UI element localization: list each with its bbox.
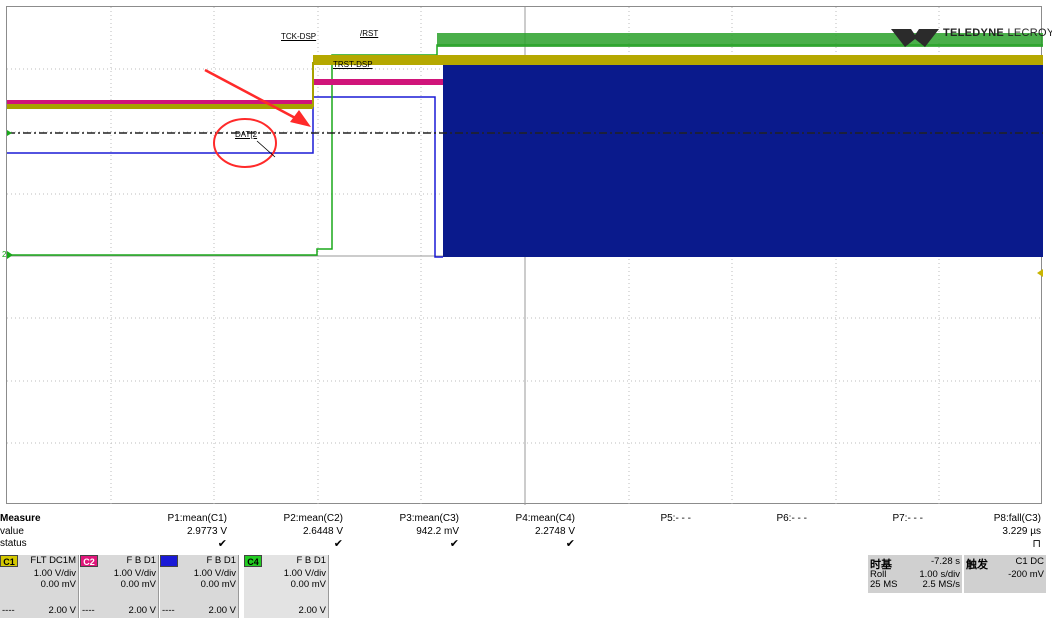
channel-c2-offset: 0.00 mV (120, 579, 156, 590)
channel-c3-dash: ---- (162, 605, 175, 616)
trigger-level: -200 mV (1008, 569, 1044, 580)
annotation-arrow-head (290, 110, 311, 127)
trigger-title: 触发 (966, 559, 988, 571)
param-p1-value: 2.9773 V (186, 526, 227, 537)
param-p3-status: ✔ (449, 538, 459, 550)
annotation-arrow-line (204, 68, 300, 122)
c1-trace-low (7, 104, 313, 109)
channel-c2-dash: ---- (82, 605, 95, 616)
c1-trace-high (313, 55, 1043, 65)
c3-trace-low (7, 96, 443, 258)
measure-table: Measure value status P1:mean(C1) 2.9773 … (0, 512, 1052, 552)
timebase-rate: 2.5 MS/s (922, 579, 961, 590)
channel-c1-offset: 0.00 mV (40, 579, 76, 590)
channel-c1-vdiv: 1.00 V/div (33, 568, 76, 579)
trigger-source: C1 DC (1015, 556, 1044, 567)
param-p6-name[interactable]: P6:- - - (707, 513, 807, 524)
logo-text: TELEDYNE LECROY (943, 27, 1052, 39)
trace-label-rst: /RST (360, 29, 379, 38)
channel-c2-vdiv: 1.00 V/div (113, 568, 156, 579)
param-p2-value: 2.6448 V (302, 526, 343, 537)
param-p4-value: 2.2748 V (534, 526, 575, 537)
timebase-delay: -7.28 s (930, 556, 960, 567)
channel-c3-box[interactable]: C3 F B D1 1.00 V/div 0.00 mV ---- 2.00 V (160, 555, 239, 618)
trace-label-trst: TRST-DSP (333, 60, 373, 69)
channel-c4-vdiv: 1.00 V/div (283, 568, 326, 579)
measure-title: Measure (0, 513, 41, 524)
channel-c4-tag: C4 (244, 555, 262, 567)
param-p3-value: 942.2 mV (416, 526, 459, 537)
param-p1-name[interactable]: P1:mean(C1) (127, 513, 227, 524)
param-p3-name[interactable]: P3:mean(C3) (359, 513, 459, 524)
c2-trace-high (313, 79, 443, 85)
channel-c4-bottom: 2.00 V (298, 605, 326, 616)
channel-c1-bottom: 2.00 V (48, 605, 76, 616)
timebase-panel[interactable]: 时基 -7.28 s Roll 1.00 s/div 25 MS 2.5 MS/… (868, 555, 962, 593)
channel-c1-tag: C1 (0, 555, 18, 567)
param-p8-name[interactable]: P8:fall(C3) (941, 513, 1041, 524)
channel-c1-dash: ---- (2, 605, 15, 616)
left-trigger-marker (7, 130, 12, 136)
channel-c4-offset: 0.00 mV (290, 579, 326, 590)
timebase-samples: 25 MS (870, 579, 898, 590)
channel-c1-coupling: FLT DC1M (30, 555, 76, 566)
param-p7-name[interactable]: P7:- - - (823, 513, 923, 524)
trace-label-tck: TCK-DSP (281, 32, 317, 41)
channel-c3-tag: C3 (160, 555, 178, 567)
channel-c3-bottom: 2.00 V (208, 605, 236, 616)
channel-c4-coupling: F B D1 (296, 555, 326, 566)
param-p2-name[interactable]: P2:mean(C2) (243, 513, 343, 524)
channel-c4-box[interactable]: C4 F B D1 1.00 V/div 0.00 mV 2.00 V (244, 555, 329, 618)
logo-brand-2: LECROY (1007, 27, 1052, 39)
param-p8-value: 3.229 µs (1002, 526, 1041, 537)
channel-c1-box[interactable]: C1 FLT DC1M 1.00 V/div 0.00 mV ---- 2.00… (0, 555, 79, 618)
channel-c2-coupling: F B D1 (126, 555, 156, 566)
measure-row-status-label: status (0, 538, 27, 549)
trigger-panel[interactable]: 触发 C1 DC -200 mV (964, 555, 1046, 593)
teledyne-lecroy-logo: TELEDYNE LECROY (891, 25, 1052, 53)
channel-c2-bottom: 2.00 V (128, 605, 156, 616)
channel-c3-offset: 0.00 mV (200, 579, 236, 590)
channel-c2-tag: C2 (80, 555, 98, 567)
logo-brand: TELEDYNE (943, 27, 1005, 39)
waveform-display[interactable]: TELEDYNE LECROY TCK-DSP /RST TRST-DSP DA… (2, 6, 1052, 505)
param-p4-status: ✔ (565, 538, 575, 550)
param-p1-status: ✔ (217, 538, 227, 550)
channel-c3-coupling: F B D1 (206, 555, 236, 566)
channel-marker-left: 2 (2, 250, 7, 259)
param-p5-name[interactable]: P5:- - - (591, 513, 691, 524)
trace-label-dat: DAT[2 (235, 130, 258, 139)
param-p2-status: ✔ (333, 538, 343, 550)
trigger-marker (1037, 269, 1043, 277)
channel-c2-box[interactable]: C2 F B D1 1.00 V/div 0.00 mV ---- 2.00 V (80, 555, 159, 618)
param-p4-name[interactable]: P4:mean(C4) (475, 513, 575, 524)
c3-trace-burst (443, 65, 1043, 257)
measure-row-value-label: value (0, 526, 24, 537)
param-p8-status: ⊓ (1032, 538, 1041, 550)
waveform-canvas (7, 7, 1043, 505)
channel-c3-vdiv: 1.00 V/div (193, 568, 236, 579)
c4-ground-marker (7, 251, 13, 259)
annotation-circle (213, 118, 277, 168)
logo-mark-icon (891, 29, 939, 47)
dat-label-leader (256, 140, 276, 158)
